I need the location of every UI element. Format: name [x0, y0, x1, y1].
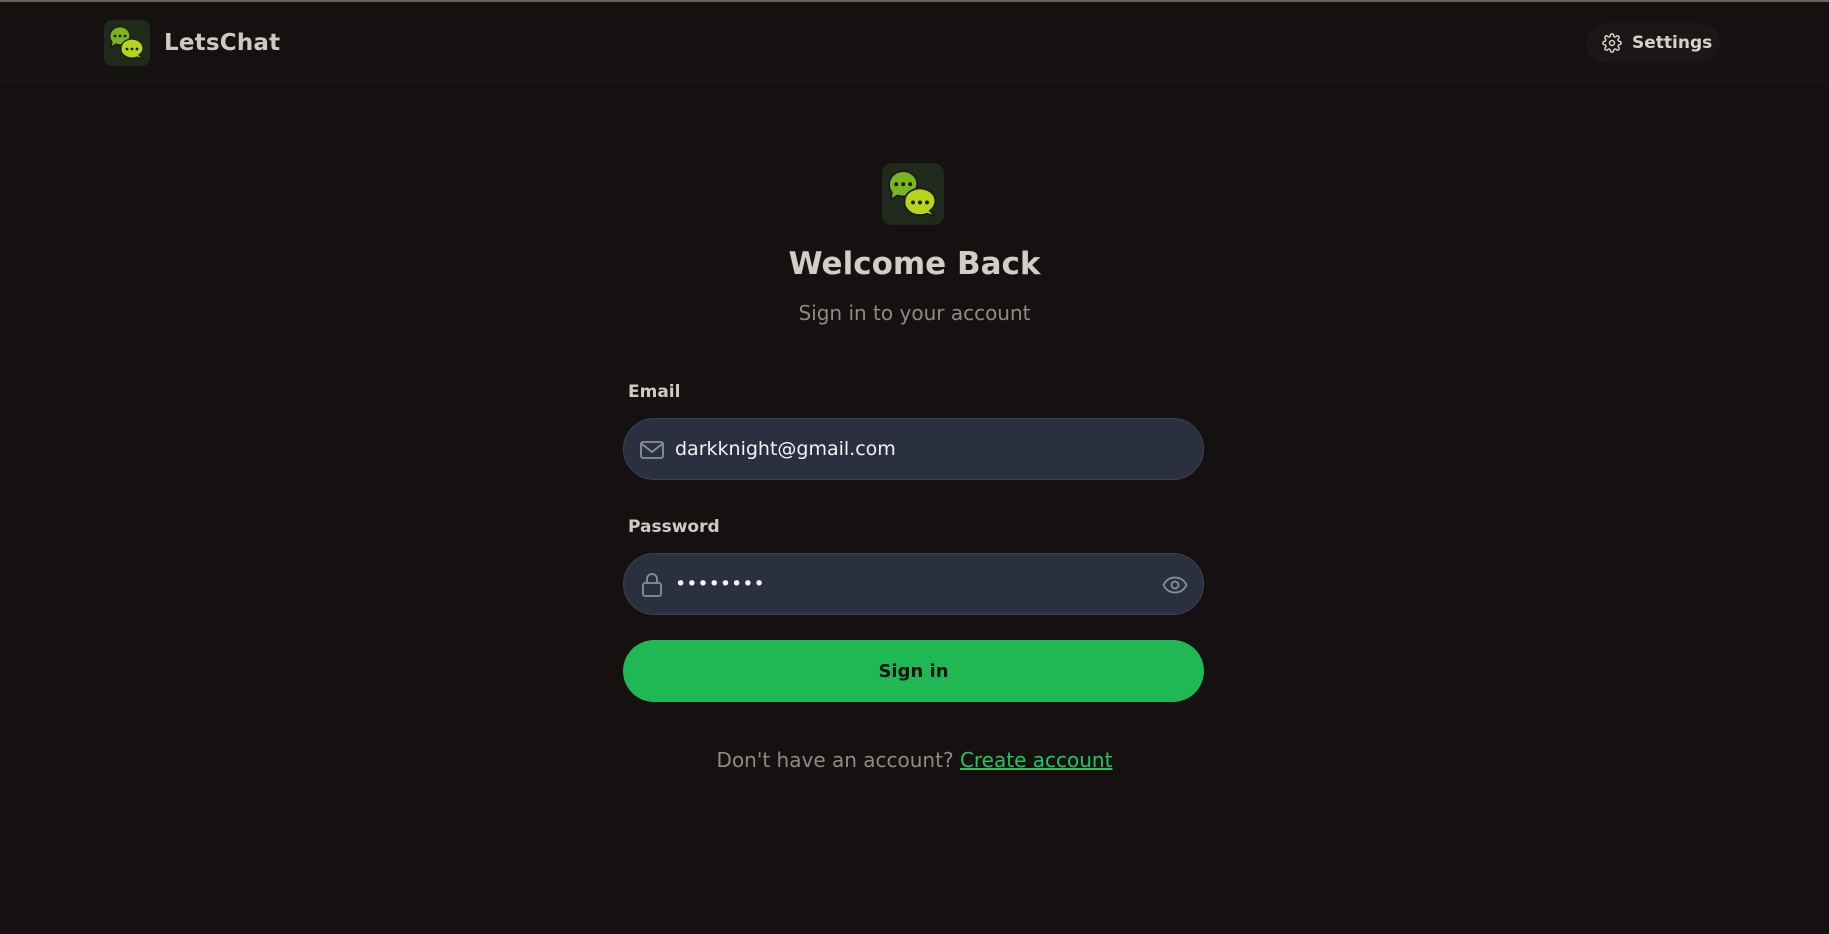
email-input[interactable] [675, 419, 1145, 479]
password-input[interactable] [675, 554, 1145, 614]
email-label: Email [628, 382, 681, 402]
settings-label: Settings [1632, 33, 1713, 53]
email-field[interactable] [623, 418, 1204, 480]
gear-icon [1602, 33, 1622, 53]
chat-bubbles-logo-icon [104, 20, 150, 66]
app-name: LetsChat [164, 30, 281, 56]
brand[interactable]: LetsChat [104, 20, 280, 66]
chat-bubbles-logo-icon [882, 163, 944, 225]
signup-prompt-text: Don't have an account? [716, 748, 954, 772]
signup-prompt: Don't have an account? Create account [0, 748, 1829, 772]
lock-icon [638, 571, 666, 599]
password-label: Password [628, 517, 720, 537]
password-field[interactable] [623, 553, 1204, 615]
page-title: Welcome Back [788, 246, 1041, 282]
sign-in-button[interactable]: Sign in [623, 640, 1204, 702]
mail-icon [638, 436, 666, 464]
create-account-link[interactable]: Create account [960, 748, 1113, 772]
eye-icon[interactable] [1161, 571, 1189, 599]
settings-button[interactable]: Settings [1586, 23, 1720, 63]
navbar: LetsChat Settings [0, 2, 1829, 82]
page-subtitle: Sign in to your account [798, 301, 1031, 325]
